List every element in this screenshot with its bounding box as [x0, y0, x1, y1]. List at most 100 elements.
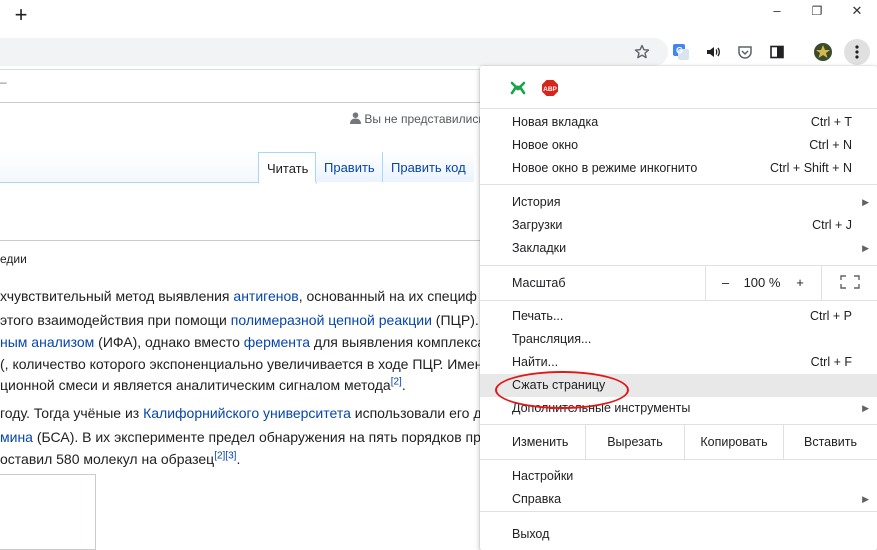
article-link[interactable]: полимеразной цепной реакции [231, 312, 432, 328]
article-text: оставил 580 молекул на образец [0, 451, 215, 467]
menu-item[interactable]: Новое окно в режиме инкогнито Ctrl + Shif… [480, 157, 877, 180]
submenu-arrow-icon: ▶ [862, 197, 869, 207]
restore-button[interactable]: ❐ [797, 0, 837, 22]
article-text: (, количество которого экспоненциально у… [0, 356, 483, 372]
svg-text:ABP: ABP [543, 86, 557, 93]
menu-item-shortcut: Ctrl + F [810, 355, 852, 369]
submenu-arrow-icon: ▶ [862, 243, 869, 253]
tab-read[interactable]: Читать [258, 152, 318, 184]
article-link[interactable]: ным анализом [0, 334, 94, 350]
menu-item-shortcut: Ctrl + J [812, 218, 852, 232]
fullscreen-button[interactable] [821, 266, 877, 300]
article-text: (БСА). В их эксперименте предел обнаруже… [32, 429, 481, 445]
citation-link[interactable]: [2][3] [214, 450, 236, 461]
article-link[interactable]: фермента [244, 334, 310, 350]
cut-button[interactable]: Вырезать [585, 425, 684, 459]
user-status[interactable]: Вы не представились [350, 112, 485, 126]
user-icon [350, 112, 364, 126]
article-line: этого взаимодействия при помощи полимера… [0, 311, 479, 329]
title-bar: + – ❐ ✕ [0, 0, 877, 34]
menu-item[interactable]: Трансляция... [480, 328, 877, 351]
zoom-label: Масштаб [512, 276, 566, 290]
bookmark-star-icon[interactable] [631, 41, 653, 63]
menu-item[interactable]: История ▶ [480, 191, 877, 214]
browser-toolbar: G [0, 34, 877, 70]
chrome-main-menu: ABP Новая вкладка Ctrl + T Новое окно Ctrl … [480, 66, 877, 550]
menu-item[interactable]: Настройки [480, 465, 877, 488]
menu-separator [480, 459, 877, 460]
profile-avatar-icon[interactable] [812, 41, 834, 63]
subtitle: едии [0, 252, 27, 266]
article-text: использовали его д [350, 405, 482, 421]
menu-item-label: Справка [512, 492, 562, 506]
article-link[interactable]: мина [0, 429, 33, 445]
menu-item[interactable]: Справка ▶ [480, 488, 877, 511]
zoom-in-button[interactable]: + [780, 266, 820, 300]
copy-button[interactable]: Копировать [684, 425, 783, 459]
adblock-plus-icon[interactable]: ABP [541, 79, 559, 97]
article-text: . [401, 377, 406, 393]
citation-link[interactable]: [2] [391, 376, 402, 387]
menu-item-label: Найти... [512, 355, 559, 369]
article-text: хчувствительный метод выявления [0, 288, 234, 304]
green-extension-icon[interactable] [509, 79, 527, 97]
menu-item-label: Новое окно [512, 138, 579, 152]
menu-item-label: Новое окно в режиме инкогнито [512, 161, 698, 175]
menu-item[interactable]: Новое окно Ctrl + N [480, 134, 877, 157]
menu-item-label: Загрузки [512, 218, 563, 232]
article-text: , основанный на их специф [298, 288, 477, 304]
article-text: . [236, 451, 241, 467]
article-line: году. Тогда учёные из Калифорнийского ун… [0, 404, 482, 422]
article-line: оставил 580 молекул на образец[2][3]. [0, 450, 240, 468]
fullscreen-icon [839, 275, 860, 290]
zoom-level: 100 % [743, 275, 781, 290]
menu-item-label: Новая вкладка [512, 115, 599, 129]
submenu-arrow-icon: ▶ [862, 403, 869, 413]
menu-item[interactable]: Дополнительные инструменты ▶ [480, 397, 877, 420]
article-line: (, количество которого экспоненциально у… [0, 355, 482, 373]
reading-list-icon[interactable] [766, 41, 788, 63]
menu-item[interactable]: Печать... Ctrl + P [480, 305, 877, 328]
menu-item-label: Выход [512, 527, 550, 541]
menu-item[interactable]: Новая вкладка Ctrl + T [480, 111, 877, 134]
google-translate-icon[interactable]: G [670, 41, 692, 63]
tab-edit[interactable]: Править [315, 152, 383, 182]
menu-item[interactable]: Загрузки Ctrl + J [480, 214, 877, 237]
pocket-icon[interactable] [734, 41, 756, 63]
edit-row: Изменить Вырезать Копировать Вставить [480, 425, 877, 459]
menu-separator [480, 300, 877, 301]
menu-item-label: Печать... [512, 309, 564, 323]
menu-kebab-icon[interactable] [844, 39, 870, 65]
article-text: (ИФА), однако вместо [94, 334, 244, 350]
menu-separator [480, 108, 877, 109]
user-status-text: Вы не представились [364, 112, 485, 126]
menu-item-shortcut: Ctrl + T [810, 115, 852, 129]
menu-item-label: Сжать страницу [512, 378, 606, 392]
article-text: (ПЦР). [431, 312, 479, 328]
paste-button[interactable]: Вставить [783, 425, 877, 459]
article-text: году. Тогда учёные из [0, 405, 144, 421]
article-text: ционной смеси и является аналитическим с… [0, 377, 391, 393]
zoom-out-button[interactable]: – [705, 266, 745, 300]
article-text: для выявления комплекса [310, 334, 486, 350]
menu-item-exit[interactable]: Выход [480, 523, 877, 546]
article-line: мина (БСА). В их эксперименте предел обн… [0, 428, 481, 446]
menu-item[interactable]: Закладки ▶ [480, 237, 877, 260]
title-divider [0, 240, 480, 241]
minimize-button[interactable]: – [757, 0, 797, 22]
new-tab-button[interactable]: + [10, 4, 32, 28]
submenu-arrow-icon: ▶ [862, 494, 869, 504]
tab-edit-source[interactable]: Править код [382, 152, 474, 182]
article-link[interactable]: Калифорнийского университета [143, 405, 351, 421]
article-link[interactable]: антигенов [233, 288, 298, 304]
article-line: ным анализом (ИФА), однако вместо фермен… [0, 333, 485, 351]
menu-item[interactable]: Сжать страницу [480, 374, 877, 397]
menu-separator [480, 511, 877, 512]
address-bar[interactable] [0, 38, 668, 66]
menu-item[interactable]: Найти... Ctrl + F [480, 351, 877, 374]
menu-item-label: Закладки [512, 241, 567, 255]
speaker-icon[interactable] [702, 41, 724, 63]
menu-separator [480, 184, 877, 185]
svg-text:G: G [676, 46, 683, 56]
close-button[interactable]: ✕ [837, 0, 877, 22]
